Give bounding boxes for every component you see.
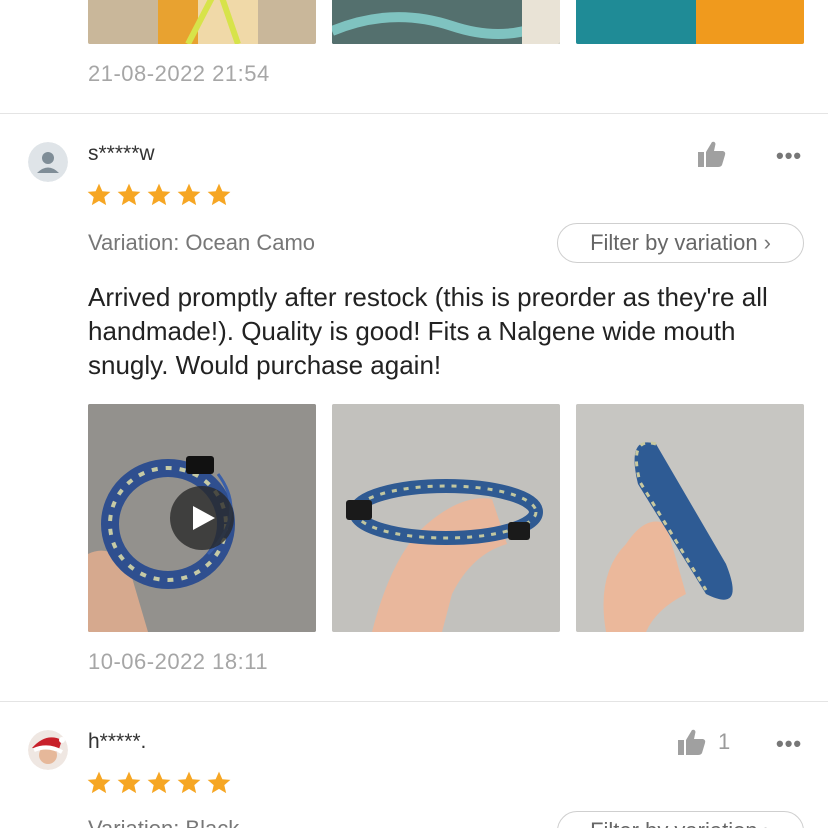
thumbs-up-icon	[698, 141, 726, 167]
reviewer-username: s*****w	[88, 142, 155, 165]
review-divider	[0, 701, 828, 702]
review-media	[88, 404, 804, 632]
star-icon	[117, 183, 141, 206]
play-icon	[193, 506, 215, 530]
review-text: Arrived promptly after restock (this is …	[88, 282, 768, 380]
more-options-button[interactable]: •••	[776, 143, 802, 169]
star-icon	[147, 183, 171, 206]
thumbs-up-icon	[678, 729, 706, 755]
star-icon	[117, 771, 141, 794]
review-photo[interactable]	[576, 404, 804, 632]
review-video[interactable]	[88, 404, 316, 632]
like-button[interactable]	[696, 140, 726, 168]
review-divider	[0, 113, 828, 114]
star-icon	[207, 771, 231, 794]
like-count: 1	[718, 729, 731, 754]
star-rating	[86, 182, 232, 208]
star-icon	[87, 183, 111, 206]
chevron-right-icon: ›	[763, 230, 771, 255]
filter-by-variation-button[interactable]: Filter by variation ›	[557, 811, 804, 828]
play-button[interactable]	[170, 486, 234, 550]
variation-label: Variation: Ocean Camo	[88, 230, 316, 255]
star-icon	[147, 771, 171, 794]
review-timestamp: 10-06-2022 18:11	[88, 649, 269, 674]
variation-label: Variation: Black	[88, 816, 239, 828]
star-icon	[177, 771, 201, 794]
filter-button-label: Filter by variation	[590, 230, 758, 255]
star-icon	[87, 771, 111, 794]
reviewer-username: h*****.	[88, 730, 147, 753]
review-photo[interactable]	[332, 0, 560, 44]
star-icon	[207, 183, 231, 206]
like-button[interactable]: 1	[676, 728, 730, 756]
review-photo[interactable]	[332, 404, 560, 632]
star-rating	[86, 770, 232, 796]
avatar[interactable]	[28, 142, 68, 182]
filter-by-variation-button[interactable]: Filter by variation ›	[557, 223, 804, 263]
chevron-right-icon: ›	[764, 818, 771, 828]
avatar[interactable]	[28, 730, 68, 770]
review-photo[interactable]	[88, 0, 316, 44]
review-timestamp: 21-08-2022 21:54	[88, 61, 270, 86]
previous-review-media	[88, 0, 804, 44]
star-icon	[177, 183, 201, 206]
filter-button-label: Filter by variation	[590, 818, 758, 828]
review-photo[interactable]	[576, 0, 804, 44]
more-options-button[interactable]: •••	[776, 731, 802, 757]
